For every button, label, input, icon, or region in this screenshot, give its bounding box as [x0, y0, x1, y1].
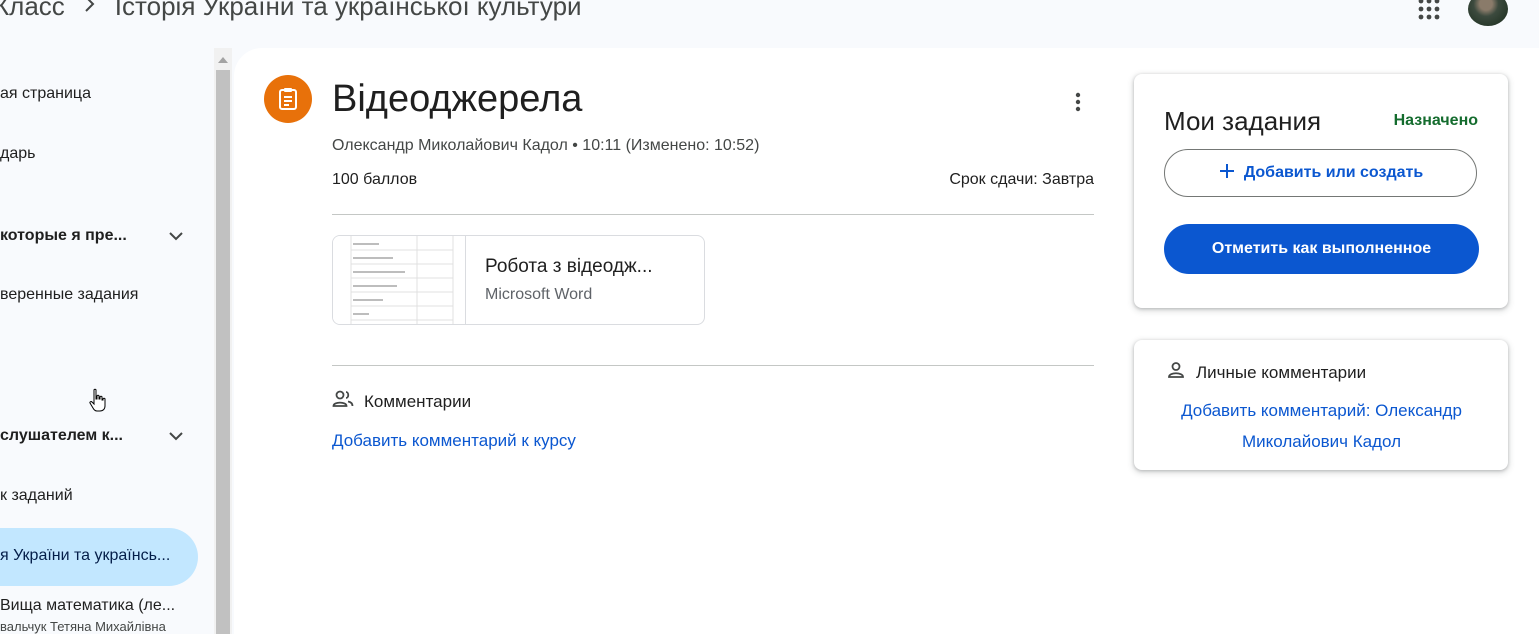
attachment-card[interactable]: Робота з відеодж... Microsoft Word: [332, 235, 705, 325]
sidebar-item-label: которые я пре...: [0, 227, 127, 244]
course-name-link[interactable]: Історія України та української культури: [115, 0, 582, 22]
sidebar: ая страница дарь которые я пре... веренн…: [0, 48, 214, 634]
more-vert-icon[interactable]: [1066, 90, 1090, 114]
sidebar-item-label: я України та українсь...: [0, 547, 171, 564]
add-button-label: Добавить или создать: [1243, 164, 1424, 181]
attachment-title: Робота з відеодж...: [485, 256, 653, 277]
page-title: Відеоджерела: [332, 78, 583, 120]
attachment-thumbnail: [333, 236, 466, 324]
class-comments-header: Комментарии: [332, 389, 471, 414]
sidebar-item-label: слушателем к...: [0, 427, 123, 444]
sidebar-item-current-course[interactable]: я України та українсь...: [0, 532, 170, 580]
add-or-create-button[interactable]: Добавить или создать: [1164, 149, 1477, 197]
sidebar-item-label: веренные задания: [0, 286, 139, 303]
sidebar-item-todo[interactable]: к заданий: [0, 472, 73, 520]
hand-cursor-icon: [88, 388, 108, 414]
sidebar-item-to-review[interactable]: веренные задания: [0, 271, 138, 319]
points-label: 100 баллов: [332, 171, 418, 188]
attachment-type: Microsoft Word: [485, 286, 593, 303]
add-class-comment-link[interactable]: Добавить комментарий к курсу: [332, 431, 576, 451]
scroll-up-arrow[interactable]: [218, 57, 228, 63]
private-comments-label: Личные комментарии: [1196, 362, 1367, 382]
private-comments-header: Личные комментарии: [1166, 360, 1366, 385]
my-work-title: Мои задания: [1164, 106, 1322, 136]
sidebar-item-subtitle: вальчук Тетяна Михайлівна: [0, 619, 166, 634]
sidebar-item-label: ая страница: [0, 85, 91, 102]
mark-as-done-button[interactable]: Отметить как выполненное: [1164, 224, 1479, 274]
sidebar-item-label: к заданий: [0, 487, 73, 504]
sidebar-item-math-course[interactable]: Вища математика (ле...: [0, 594, 175, 618]
app-name-link[interactable]: Класс: [0, 0, 65, 22]
comments-label: Комментарии: [364, 391, 472, 411]
chevron-right-icon: [83, 0, 97, 20]
sidebar-section-enrolled[interactable]: слушателем к...: [0, 412, 214, 460]
person-icon: [1166, 360, 1186, 385]
plus-icon: [1218, 162, 1236, 185]
divider: [332, 214, 1094, 215]
chevron-down-icon[interactable]: [164, 224, 188, 248]
avatar[interactable]: [1468, 0, 1508, 26]
chevron-down-icon[interactable]: [164, 424, 188, 448]
assignment-icon: [264, 75, 312, 123]
people-icon: [332, 389, 354, 414]
divider: [332, 365, 1094, 366]
sidebar-section-teaching[interactable]: которые я пре...: [0, 212, 214, 260]
due-date: Срок сдачи: Завтра: [949, 171, 1094, 188]
status-badge: Назначено: [1393, 112, 1478, 129]
sidebar-item-label: дарь: [0, 145, 36, 162]
scrollbar-thumb[interactable]: [216, 70, 230, 634]
apps-grid-icon[interactable]: [1418, 0, 1440, 20]
my-work-card: Мои задания Назначено Добавить или созда…: [1134, 74, 1508, 308]
add-private-comment-link[interactable]: Добавить комментарий: Олександр Миколайо…: [1154, 395, 1489, 457]
sidebar-item-label: Вища математика (ле...: [0, 597, 176, 614]
assignment-meta: Олександр Миколайович Кадол • 10:11 (Изм…: [332, 137, 760, 154]
private-comments-card: Личные комментарии Добавить комментарий:…: [1134, 340, 1508, 470]
sidebar-item-home[interactable]: ая страница: [0, 70, 91, 118]
breadcrumb: Класс Історія України та української кул…: [0, 0, 582, 22]
top-bar: Класс Історія України та української кул…: [0, 0, 1539, 48]
sidebar-item-calendar[interactable]: дарь: [0, 130, 35, 178]
